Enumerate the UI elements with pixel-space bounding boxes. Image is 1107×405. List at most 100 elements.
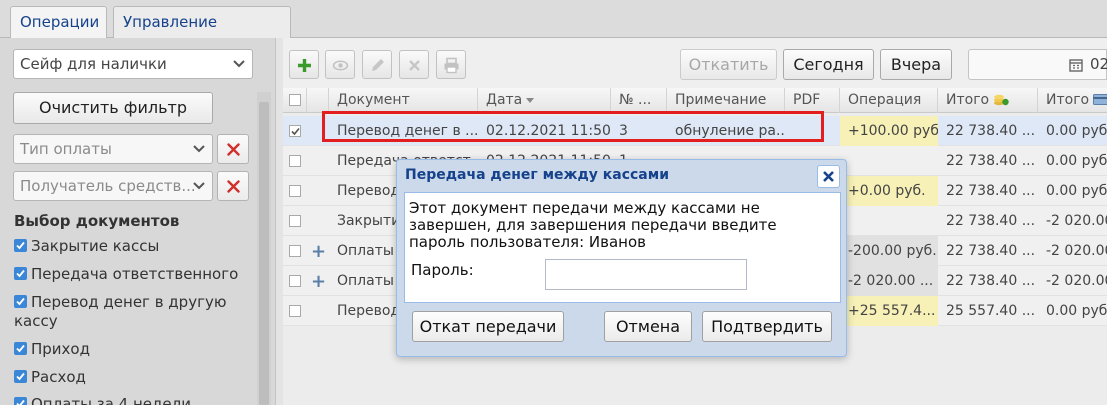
- header-expand: [307, 88, 329, 113]
- filter-scrollbar[interactable]: [257, 92, 271, 405]
- payment-type-placeholder: Тип оплаты: [20, 140, 112, 158]
- doc-type-responsible-transfer[interactable]: Передача ответственного: [14, 265, 254, 284]
- checkbox-checked-icon[interactable]: [14, 267, 27, 280]
- checkbox-icon[interactable]: [289, 155, 301, 167]
- cell-total-cash: 22 738.40 ...: [946, 273, 1036, 289]
- selected-row-highlight: [322, 111, 824, 142]
- transfer-dialog: Передача денег между кассами Этот докуме…: [396, 159, 847, 357]
- plus-icon: [298, 59, 311, 72]
- expand-row-button[interactable]: +: [311, 271, 326, 292]
- doc-type-payments-4-weeks[interactable]: Оплаты за 4 недели: [14, 395, 254, 405]
- documents-toolbar: Откатить Сегодня Вчера 02: [283, 46, 1107, 82]
- checkbox-icon[interactable]: [289, 275, 301, 287]
- checkbox-checked-icon[interactable]: [14, 239, 27, 252]
- checkbox-icon[interactable]: [289, 305, 301, 317]
- safe-select[interactable]: Сейф для налички: [13, 49, 253, 79]
- payment-type-select[interactable]: Тип оплаты: [13, 134, 213, 164]
- cell-total-cash: 22 738.40 ...: [946, 153, 1036, 169]
- date-value: 02: [1090, 55, 1107, 73]
- header-select-all[interactable]: [283, 88, 307, 113]
- calendar-icon: [1069, 59, 1083, 72]
- header-pdf[interactable]: PDF: [785, 88, 840, 113]
- card-icon: [1093, 94, 1107, 105]
- cell-operation: -200.00 руб.: [840, 236, 938, 266]
- dialog-body: Этот документ передачи между кассами не …: [404, 192, 841, 303]
- pencil-icon: [372, 59, 384, 71]
- rollback-transfer-button[interactable]: Откат передачи: [412, 311, 564, 342]
- checkbox-icon[interactable]: [289, 185, 301, 197]
- cell-total-card: -2 020.00: [1046, 273, 1107, 289]
- clear-payment-type-button[interactable]: [217, 134, 249, 164]
- header-total-cash[interactable]: Итого: [938, 88, 1038, 113]
- cell-total-cash: 25 557.40 ...: [946, 303, 1036, 319]
- dialog-title: Передача денег между кассами: [405, 167, 669, 183]
- today-button[interactable]: Сегодня: [783, 49, 874, 80]
- dialog-message: Этот документ передачи между кассами не …: [409, 199, 777, 251]
- cell-total-card: -2 020.00: [1046, 243, 1107, 259]
- expand-row-button[interactable]: +: [311, 241, 326, 262]
- scrollbar-thumb[interactable]: [259, 102, 269, 405]
- header-operation[interactable]: Операция: [840, 88, 938, 113]
- cell-total-card: 0.00 руб.: [1046, 183, 1107, 199]
- cell-operation: +100.00 руб.: [840, 116, 938, 146]
- checkbox-checked-icon[interactable]: [289, 125, 301, 137]
- recipient-select[interactable]: Получатель средств...: [13, 171, 213, 201]
- checkbox-icon[interactable]: [289, 215, 301, 227]
- cell-total-cash: 22 738.40 ...: [946, 183, 1036, 199]
- checkbox-icon[interactable]: [289, 245, 301, 257]
- yesterday-button[interactable]: Вчера: [880, 49, 952, 80]
- clear-recipient-button[interactable]: [217, 171, 249, 201]
- cell-total-cash: 22 738.40 ...: [946, 123, 1036, 139]
- tab-operations[interactable]: Операции: [10, 6, 107, 39]
- header-total-card[interactable]: Итого: [1038, 88, 1107, 113]
- tab-cash-management[interactable]: Управление кассами: [113, 6, 291, 61]
- edit-button[interactable]: [362, 50, 392, 79]
- close-icon: [227, 180, 240, 193]
- dialog-close-button[interactable]: [817, 165, 840, 188]
- close-icon: [227, 143, 240, 156]
- checkbox-checked-icon[interactable]: [14, 370, 27, 383]
- print-button[interactable]: [436, 50, 466, 79]
- chevron-down-icon: [193, 182, 205, 190]
- grid-header: Документ Дата № ... Примечание PDF Опера…: [283, 88, 1107, 113]
- checkbox-checked-icon[interactable]: [14, 342, 27, 355]
- doc-type-income[interactable]: Приход: [14, 340, 254, 359]
- cell-total-cash: 22 738.40 ...: [946, 243, 1036, 259]
- header-date[interactable]: Дата: [478, 88, 611, 113]
- header-note[interactable]: Примечание: [667, 88, 785, 113]
- checkbox-checked-icon[interactable]: [14, 295, 27, 308]
- clear-filter-button[interactable]: Очистить фильтр: [13, 92, 213, 124]
- header-number[interactable]: № ...: [611, 88, 667, 113]
- view-button[interactable]: [325, 50, 355, 79]
- sort-desc-icon: [526, 98, 535, 103]
- coins-icon: [994, 94, 1009, 106]
- doc-type-closing[interactable]: Закрытие кассы: [14, 237, 254, 256]
- main-tabbar: Операции Управление кассами: [0, 0, 1107, 61]
- eye-icon: [332, 60, 349, 71]
- date-field[interactable]: 02: [968, 49, 1107, 80]
- cell-total-card: 0.00 руб.: [1046, 153, 1107, 169]
- rollback-button[interactable]: Откатить: [680, 49, 777, 80]
- doc-type-money-transfer[interactable]: Перевод денег в другую кассу: [14, 293, 254, 331]
- checkbox-icon[interactable]: [289, 94, 301, 106]
- filter-panel: Сейф для налички Очистить фильтр Тип опл…: [0, 38, 276, 405]
- doc-selection-title: Выбор документов: [14, 212, 180, 230]
- delete-button[interactable]: [399, 50, 429, 79]
- header-document[interactable]: Документ: [329, 88, 478, 113]
- password-input[interactable]: [545, 259, 747, 290]
- doc-type-expense[interactable]: Расход: [14, 368, 254, 387]
- printer-icon: [444, 57, 459, 74]
- cell-total-card: -2 020.00: [1046, 213, 1107, 229]
- password-label: Пароль:: [411, 261, 474, 279]
- chevron-down-icon: [233, 60, 245, 68]
- cell-total-card: 0.00 руб.: [1046, 123, 1107, 139]
- recipient-placeholder: Получатель средств...: [20, 177, 196, 195]
- cancel-button[interactable]: Отмена: [604, 311, 692, 342]
- chevron-down-icon: [193, 145, 205, 153]
- safe-select-value: Сейф для налички: [20, 55, 167, 73]
- confirm-button[interactable]: Подтвердить: [702, 311, 832, 342]
- cell-operation: -2 020.00 ...: [840, 266, 938, 296]
- checkbox-checked-icon[interactable]: [14, 397, 27, 405]
- add-button[interactable]: [289, 50, 319, 79]
- cell-operation: +0.00 руб.: [840, 176, 938, 206]
